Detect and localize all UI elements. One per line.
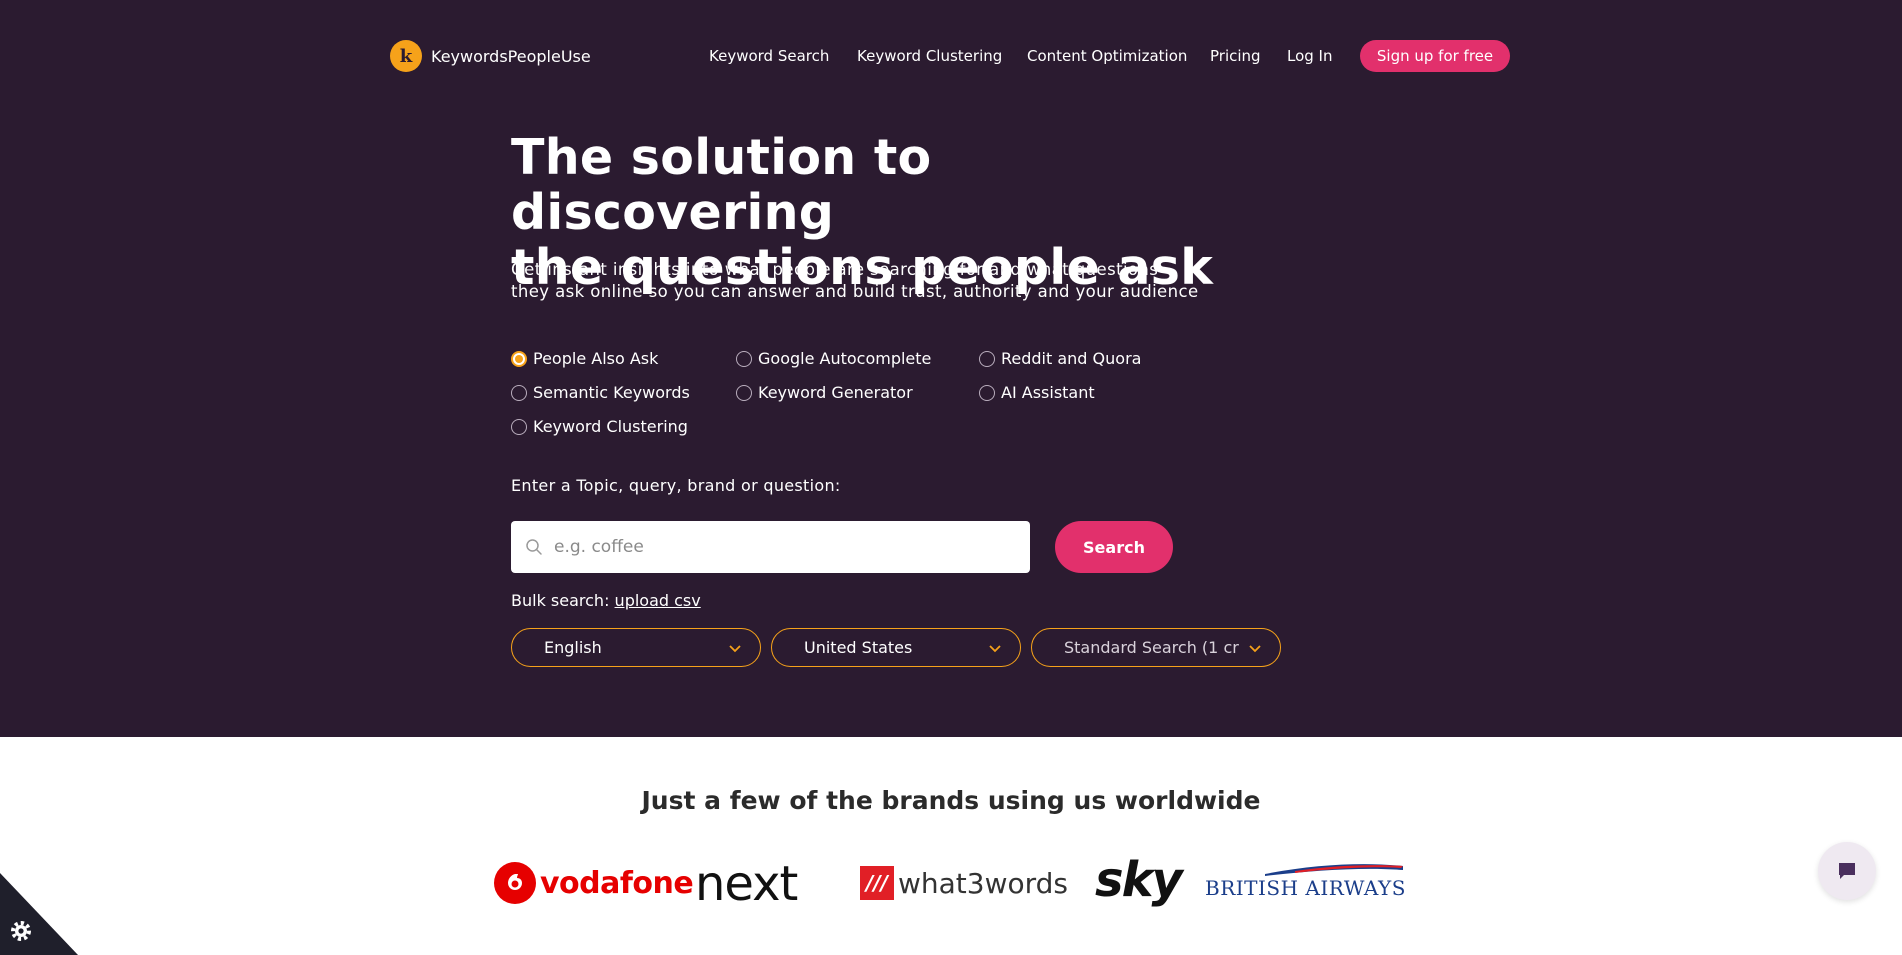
search-box[interactable] xyxy=(511,521,1030,573)
language-select-value: English xyxy=(544,638,602,657)
signup-button[interactable]: Sign up for free xyxy=(1360,40,1510,72)
chevron-down-icon xyxy=(1249,645,1261,653)
nav-keyword-search[interactable]: Keyword Search xyxy=(709,47,829,65)
what3words-wordmark: what3words xyxy=(898,866,1069,900)
search-input[interactable] xyxy=(554,537,994,557)
radio-google-autocomplete[interactable]: Google Autocomplete xyxy=(736,349,931,368)
radio-keyword-clustering[interactable]: Keyword Clustering xyxy=(511,417,688,436)
radio-label: Keyword Generator xyxy=(758,383,913,402)
nav-content-optimization[interactable]: Content Optimization xyxy=(1027,47,1187,65)
chat-bubble-icon xyxy=(1839,863,1855,879)
upload-csv-link[interactable]: upload csv xyxy=(615,591,701,610)
logo[interactable]: k KeywordsPeopleUse xyxy=(390,40,591,72)
nav-keyword-clustering[interactable]: Keyword Clustering xyxy=(857,47,1002,65)
bulk-search: Bulk search: upload csv xyxy=(511,591,701,610)
country-select[interactable]: United States xyxy=(771,628,1021,667)
radio-button[interactable] xyxy=(511,418,527,435)
page-subtitle: Get instant insights into what people ar… xyxy=(511,259,1211,303)
page-title-line-1: The solution to discovering xyxy=(511,129,932,241)
language-select[interactable]: English xyxy=(511,628,761,667)
hero-section: k KeywordsPeopleUse Keyword Search Keywo… xyxy=(0,0,1902,737)
next-logo: next xyxy=(695,856,798,912)
radio-label: AI Assistant xyxy=(1001,383,1095,402)
chevron-down-icon xyxy=(989,645,1001,653)
gear-icon xyxy=(11,921,31,941)
radio-button[interactable] xyxy=(979,350,995,367)
radio-ai-assistant[interactable]: AI Assistant xyxy=(979,383,1095,402)
cookie-settings-button[interactable] xyxy=(0,873,78,955)
radio-button[interactable] xyxy=(979,384,995,401)
radio-label: Keyword Clustering xyxy=(533,417,688,436)
bulk-search-label: Bulk search: xyxy=(511,591,610,610)
radio-keyword-generator[interactable]: Keyword Generator xyxy=(736,383,913,402)
vodafone-speechmark-icon xyxy=(494,862,536,904)
nav-log-in[interactable]: Log In xyxy=(1287,47,1333,65)
logo-text: KeywordsPeopleUse xyxy=(431,46,591,66)
radio-button[interactable] xyxy=(736,350,752,367)
radio-label: Reddit and Quora xyxy=(1001,349,1142,368)
search-type-select-value: Standard Search (1 cre xyxy=(1064,638,1239,657)
brands-heading: Just a few of the brands using us worldw… xyxy=(641,786,1261,815)
vodafone-wordmark: vodafone xyxy=(540,865,694,901)
what3words-mark: /// xyxy=(860,866,894,900)
chat-button[interactable] xyxy=(1818,842,1876,900)
radio-button[interactable] xyxy=(736,384,752,401)
british-airways-ribbon-icon xyxy=(1265,864,1403,876)
country-select-value: United States xyxy=(804,638,913,657)
search-icon xyxy=(526,539,542,555)
page-subtitle-line-1: Get instant insights into what people ar… xyxy=(511,260,1159,279)
radio-people-also-ask[interactable]: People Also Ask xyxy=(511,349,658,368)
radio-label: Google Autocomplete xyxy=(758,349,932,368)
search-button[interactable]: Search xyxy=(1055,521,1173,573)
chevron-down-icon xyxy=(729,645,741,653)
radio-button-checked[interactable] xyxy=(511,350,527,367)
radio-button[interactable] xyxy=(511,384,527,401)
search-prompt: Enter a Topic, query, brand or question: xyxy=(511,476,841,495)
radio-label: Semantic Keywords xyxy=(533,383,690,402)
radio-semantic-keywords[interactable]: Semantic Keywords xyxy=(511,383,690,402)
vodafone-logo: vodafone xyxy=(494,862,694,904)
sky-logo: sky xyxy=(1095,852,1183,908)
logo-icon: k xyxy=(390,40,422,72)
nav-pricing[interactable]: Pricing xyxy=(1210,47,1261,65)
search-type-select[interactable]: Standard Search (1 cre xyxy=(1031,628,1281,667)
radio-reddit-and-quora[interactable]: Reddit and Quora xyxy=(979,349,1141,368)
british-airways-logo: BRITISH AIRWAYS xyxy=(1205,862,1406,900)
page-subtitle-line-2: they ask online so you can answer and bu… xyxy=(511,282,1199,301)
radio-label: People Also Ask xyxy=(533,349,659,368)
what3words-logo: /// what3words xyxy=(860,866,1068,900)
